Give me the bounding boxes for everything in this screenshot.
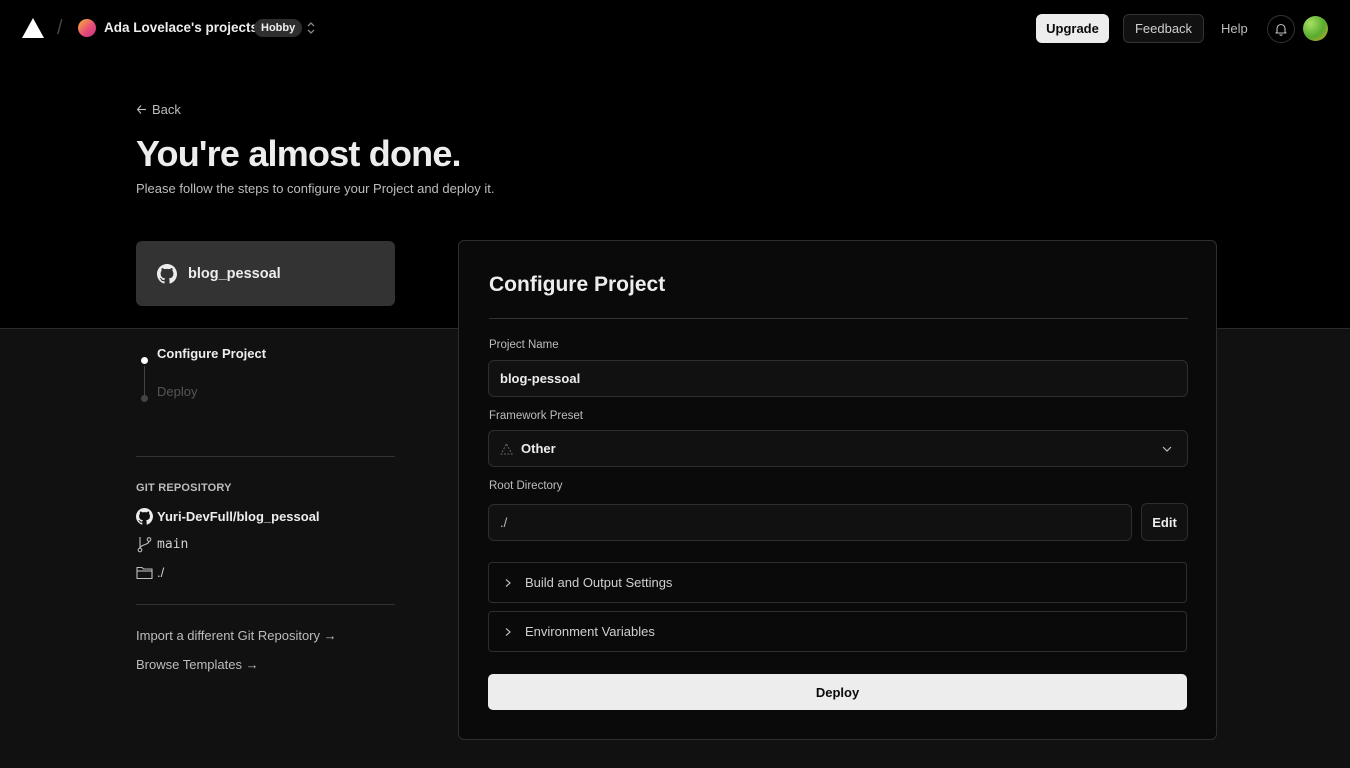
folder-icon xyxy=(136,566,153,580)
github-icon xyxy=(136,508,153,525)
import-repository-link[interactable]: Import a different Git Repository → xyxy=(136,628,337,643)
chevron-down-icon xyxy=(1162,446,1172,452)
root-directory-input[interactable]: ./ xyxy=(488,504,1132,541)
framework-preset-select[interactable]: Other xyxy=(488,430,1188,467)
github-icon xyxy=(157,263,177,284)
root-directory-value: ./ xyxy=(500,515,508,530)
feedback-button[interactable]: Feedback xyxy=(1123,14,1204,43)
panel-divider xyxy=(489,318,1188,319)
step-active-dot xyxy=(141,357,148,364)
user-avatar[interactable] xyxy=(1303,16,1328,41)
git-branch-name: main xyxy=(157,537,189,552)
breadcrumb-separator: / xyxy=(57,17,63,39)
vercel-logo-icon[interactable] xyxy=(22,18,44,38)
git-repository-row[interactable]: Yuri-DevFull/blog_pessoal xyxy=(136,508,320,525)
bell-icon xyxy=(1275,23,1287,36)
project-name-value: blog-pessoal xyxy=(500,371,581,386)
step-connector xyxy=(144,366,145,396)
framework-preset-label: Framework Preset xyxy=(489,410,583,422)
git-directory-row: ./ xyxy=(136,565,164,580)
chevron-right-icon xyxy=(505,578,511,587)
arrow-left-icon xyxy=(136,105,146,114)
help-link[interactable]: Help xyxy=(1221,21,1248,36)
configure-project-panel: Configure Project Project Name blog-pess… xyxy=(458,240,1217,740)
step-label: Deploy xyxy=(157,383,198,399)
git-branch-row: main xyxy=(136,536,188,553)
framework-preset-value: Other xyxy=(521,441,556,456)
chevron-right-icon xyxy=(505,627,511,636)
page-subtitle: Please follow the steps to configure you… xyxy=(136,181,495,196)
step-label: Configure Project xyxy=(157,345,267,361)
team-switcher-icon[interactable] xyxy=(305,20,317,36)
back-link[interactable]: Back xyxy=(136,102,181,117)
back-label: Back xyxy=(152,102,181,117)
upgrade-button[interactable]: Upgrade xyxy=(1036,14,1109,43)
plan-badge: Hobby xyxy=(254,19,303,37)
top-navigation: / Ada Lovelace's projects Hobby Upgrade … xyxy=(0,0,1350,57)
git-repository-heading: GIT REPOSITORY xyxy=(136,482,232,494)
git-repository-name: Yuri-DevFull/blog_pessoal xyxy=(157,509,320,524)
build-output-settings-toggle[interactable]: Build and Output Settings xyxy=(488,562,1187,603)
repository-card: blog_pessoal xyxy=(136,241,395,306)
root-directory-label: Root Directory xyxy=(489,480,563,492)
team-avatar[interactable] xyxy=(78,19,96,37)
deploy-button[interactable]: Deploy xyxy=(488,674,1187,710)
project-name-input[interactable]: blog-pessoal xyxy=(488,360,1188,397)
repository-name: blog_pessoal xyxy=(188,265,281,282)
project-name-label: Project Name xyxy=(489,339,559,351)
git-directory-path: ./ xyxy=(157,565,165,580)
notifications-button[interactable] xyxy=(1267,15,1295,43)
framework-other-icon xyxy=(500,442,513,454)
sidebar-divider xyxy=(136,456,395,457)
environment-variables-toggle[interactable]: Environment Variables xyxy=(488,611,1187,652)
environment-variables-label: Environment Variables xyxy=(525,624,655,639)
team-name[interactable]: Ada Lovelace's projects xyxy=(104,20,258,35)
browse-templates-link[interactable]: Browse Templates → xyxy=(136,657,259,672)
git-branch-icon xyxy=(137,537,152,553)
panel-title: Configure Project xyxy=(489,273,666,296)
page-title: You're almost done. xyxy=(136,133,462,174)
edit-root-directory-button[interactable]: Edit xyxy=(1141,503,1188,541)
sidebar-divider xyxy=(136,604,395,605)
step-pending-dot xyxy=(141,395,148,402)
build-output-settings-label: Build and Output Settings xyxy=(525,575,673,590)
